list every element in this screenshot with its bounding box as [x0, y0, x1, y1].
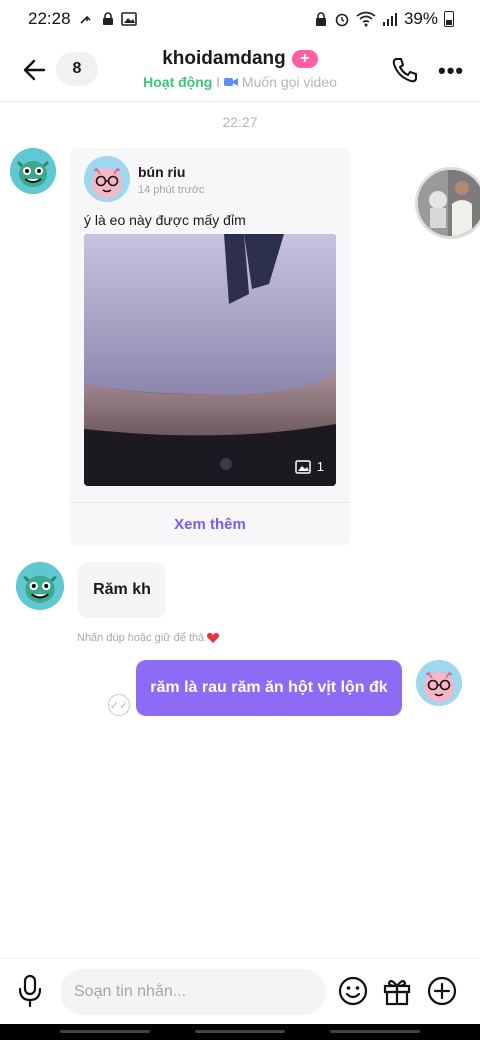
- plus-badge: +: [291, 50, 318, 68]
- chat-header: 8 khoidamdang + Hoạt động I Muốn gọi vid…: [0, 38, 480, 102]
- post-author-name[interactable]: bún riu: [138, 164, 185, 180]
- pink-character-avatar-icon: [84, 156, 130, 202]
- post-photo[interactable]: 1: [84, 234, 336, 486]
- post-author-avatar[interactable]: [84, 156, 130, 202]
- more-options-icon[interactable]: •••: [438, 58, 464, 84]
- chat-title-area[interactable]: khoidamdang + Hoạt động I Muốn gọi video: [140, 48, 340, 90]
- shared-post-card[interactable]: bún riu 14 phút trước ý là eo này được m…: [70, 148, 350, 546]
- add-icon[interactable]: [426, 975, 458, 1007]
- reaction-hint: Nhấn đúp hoặc giữ để thả: [77, 632, 220, 644]
- nav-home-handle[interactable]: [195, 1030, 285, 1033]
- phone-icon[interactable]: [390, 55, 420, 85]
- message-composer: [0, 958, 480, 1024]
- card-divider: [70, 502, 350, 503]
- unread-count-badge[interactable]: 8: [56, 52, 98, 86]
- video-call-status: Muốn gọi video: [241, 74, 337, 90]
- seen-indicator-icon: ✓✓: [108, 694, 130, 716]
- post-time-ago: 14 phút trước: [138, 184, 205, 196]
- status-bar: 22:28 39%: [0, 0, 480, 38]
- lock-icon: [102, 12, 113, 25]
- nav-recents-handle[interactable]: [330, 1030, 420, 1033]
- battery-percent: 39%: [403, 9, 438, 28]
- battery-icon: [444, 11, 454, 27]
- post-photo-image: [84, 234, 336, 486]
- pink-character-avatar-icon: [416, 660, 462, 706]
- contact-name[interactable]: khoidamdang: [162, 48, 286, 70]
- arrow-left-icon[interactable]: [20, 56, 50, 84]
- monster-avatar-icon: [16, 562, 64, 610]
- see-more-link[interactable]: Xem thêm: [70, 516, 350, 533]
- notification-icons: [79, 12, 137, 26]
- message-input[interactable]: [60, 969, 326, 1015]
- photo-count: 1: [295, 459, 324, 474]
- contact-status: Hoạt động I Muốn gọi video: [140, 74, 340, 90]
- reaction-hint-text: Nhấn đúp hoặc giữ để thả: [77, 632, 205, 644]
- image-icon: [120, 12, 137, 26]
- post-caption: ý là eo này được mấy đỉm: [84, 212, 246, 228]
- wifi-icon: [356, 11, 376, 27]
- microphone-icon[interactable]: [16, 973, 44, 1009]
- alarm-icon: [335, 13, 349, 27]
- emoji-icon[interactable]: [337, 975, 369, 1007]
- message-timestamp: 22:27: [222, 114, 258, 130]
- sender-avatar-2[interactable]: [16, 562, 64, 610]
- heart-icon[interactable]: [206, 632, 220, 644]
- photo-count-value: 1: [316, 459, 324, 474]
- gallery-icon: [295, 459, 311, 474]
- lock-status-icon: [315, 12, 326, 26]
- status-separator: I: [212, 74, 225, 90]
- signal-icon: [382, 13, 397, 26]
- thumbnail-image: [418, 170, 480, 236]
- incoming-message[interactable]: Răm kh: [78, 562, 166, 618]
- monster-avatar-icon: [10, 148, 56, 194]
- my-avatar[interactable]: [416, 660, 462, 706]
- nav-back-handle[interactable]: [60, 1030, 150, 1033]
- sender-avatar[interactable]: [10, 148, 56, 194]
- missed-call-icon: [79, 15, 91, 24]
- floating-video-thumbnail[interactable]: [415, 167, 480, 239]
- gift-icon[interactable]: [381, 975, 413, 1007]
- status-time: 22:28: [28, 9, 71, 28]
- system-navigation-bar: [0, 1024, 480, 1040]
- active-status: Hoạt động: [143, 74, 213, 90]
- outgoing-message[interactable]: răm là rau răm ăn hột vịt lộn đk: [136, 660, 402, 716]
- video-icon: [224, 78, 239, 86]
